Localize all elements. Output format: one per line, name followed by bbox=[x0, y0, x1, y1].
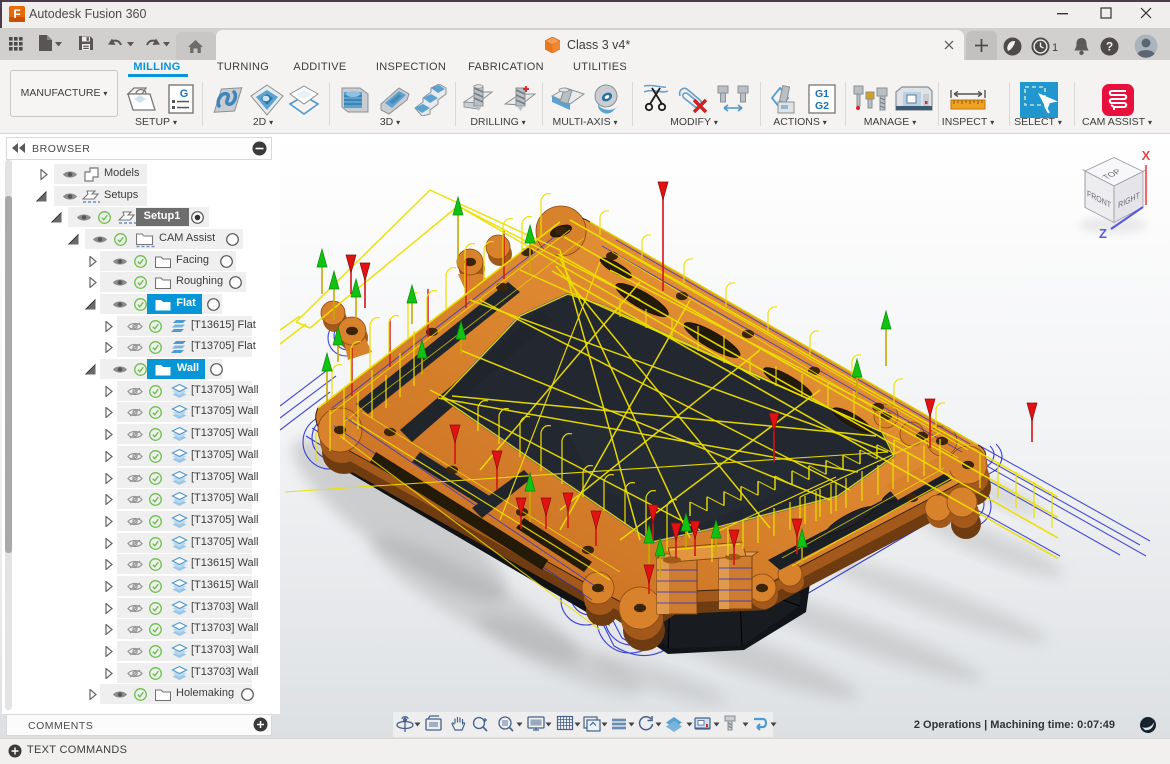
svg-text:Z: Z bbox=[1099, 226, 1107, 241]
svg-text:?: ? bbox=[1106, 40, 1113, 54]
svg-text:G1: G1 bbox=[815, 88, 829, 100]
svg-text:F: F bbox=[13, 7, 20, 21]
svg-text:G: G bbox=[180, 88, 189, 100]
svg-text:X: X bbox=[1142, 148, 1151, 163]
svg-text:G2: G2 bbox=[815, 100, 829, 112]
